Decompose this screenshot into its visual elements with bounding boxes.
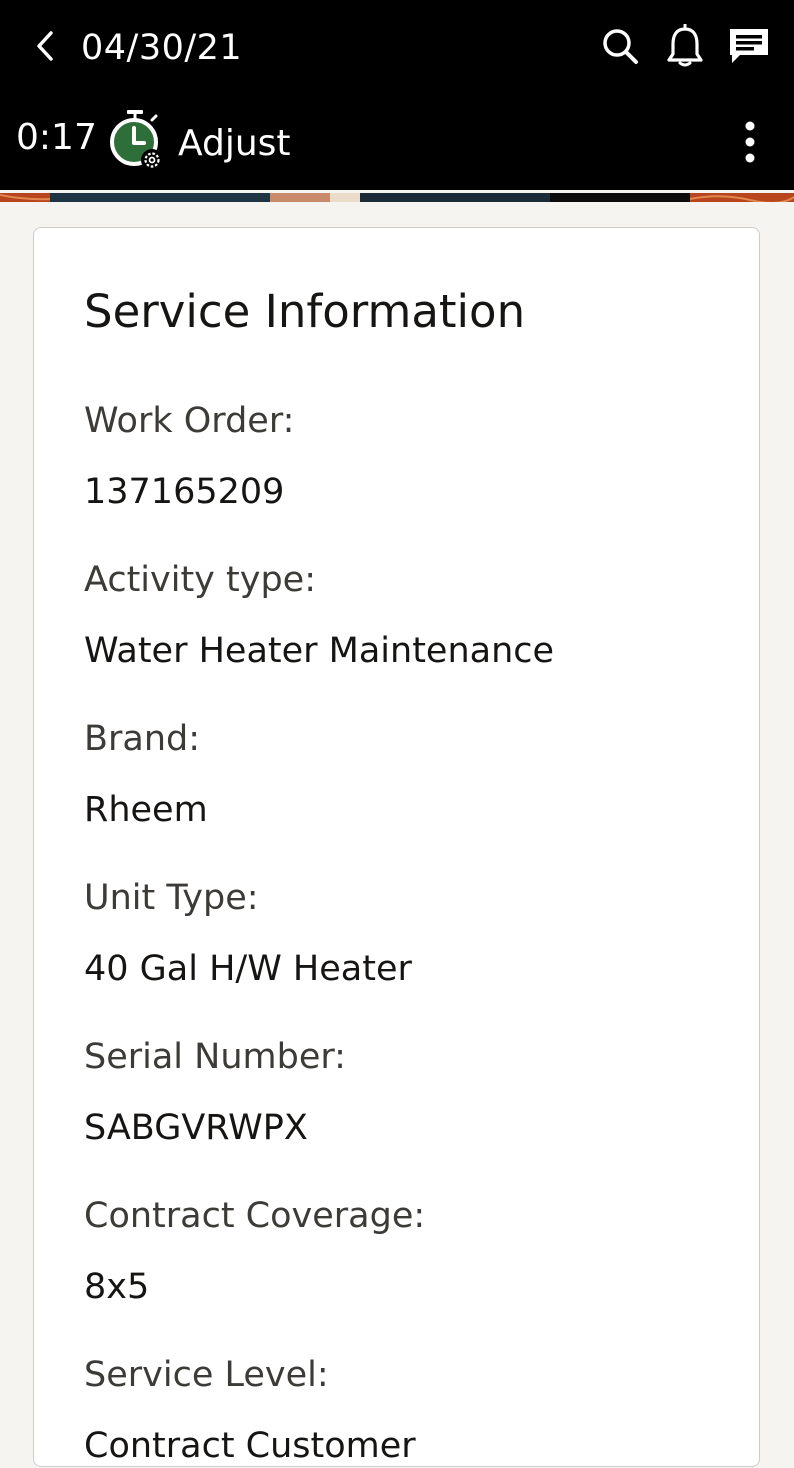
work-order-field: Work Order: 137165209 xyxy=(84,399,724,514)
activity-bar: 0:17 Adjust xyxy=(0,98,794,190)
field-value: SABGVRWPX xyxy=(84,1108,308,1148)
decorative-banner xyxy=(0,190,794,202)
serial-number-field: Serial Number: SABGVRWPX xyxy=(84,1035,724,1150)
field-label: Serial Number: xyxy=(84,1037,346,1077)
header-date: 04/30/21 xyxy=(81,28,243,68)
field-value: 137165209 xyxy=(84,472,285,512)
field-value: 8x5 xyxy=(84,1267,150,1307)
more-options-button[interactable] xyxy=(730,116,770,168)
stopwatch-gear-icon[interactable] xyxy=(106,108,166,174)
field-label: Activity type: xyxy=(84,560,316,600)
field-value: Rheem xyxy=(84,790,208,830)
field-label: Unit Type: xyxy=(84,878,259,918)
field-label: Contract Coverage: xyxy=(84,1196,426,1236)
notifications-button[interactable] xyxy=(663,22,707,70)
chat-icon xyxy=(730,29,768,63)
field-label: Service Level: xyxy=(84,1355,329,1395)
card-title: Service Information xyxy=(84,285,526,338)
timer-value: 0:17 xyxy=(16,117,97,158)
chevron-left-icon xyxy=(37,31,53,61)
kebab-menu-icon xyxy=(745,121,755,163)
back-button[interactable] xyxy=(28,26,62,66)
bell-icon xyxy=(667,24,703,67)
field-value: Contract Customer xyxy=(84,1426,416,1466)
app-header: 04/30/21 xyxy=(0,0,794,98)
service-level-field: Service Level: Contract Customer xyxy=(84,1353,724,1468)
brand-field: Brand: Rheem xyxy=(84,717,724,832)
field-value: Water Heater Maintenance xyxy=(84,631,555,671)
field-label: Brand: xyxy=(84,719,201,759)
activity-status-label: Adjust xyxy=(178,123,291,164)
search-icon xyxy=(603,29,638,64)
service-information-card: Service Information Work Order: 13716520… xyxy=(33,227,760,1467)
messages-button[interactable] xyxy=(727,22,771,70)
field-value: 40 Gal H/W Heater xyxy=(84,949,412,989)
field-label: Work Order: xyxy=(84,401,295,441)
activity-type-field: Activity type: Water Heater Maintenance xyxy=(84,558,724,673)
search-button[interactable] xyxy=(598,22,642,70)
unit-type-field: Unit Type: 40 Gal H/W Heater xyxy=(84,876,724,991)
contract-coverage-field: Contract Coverage: 8x5 xyxy=(84,1194,724,1309)
